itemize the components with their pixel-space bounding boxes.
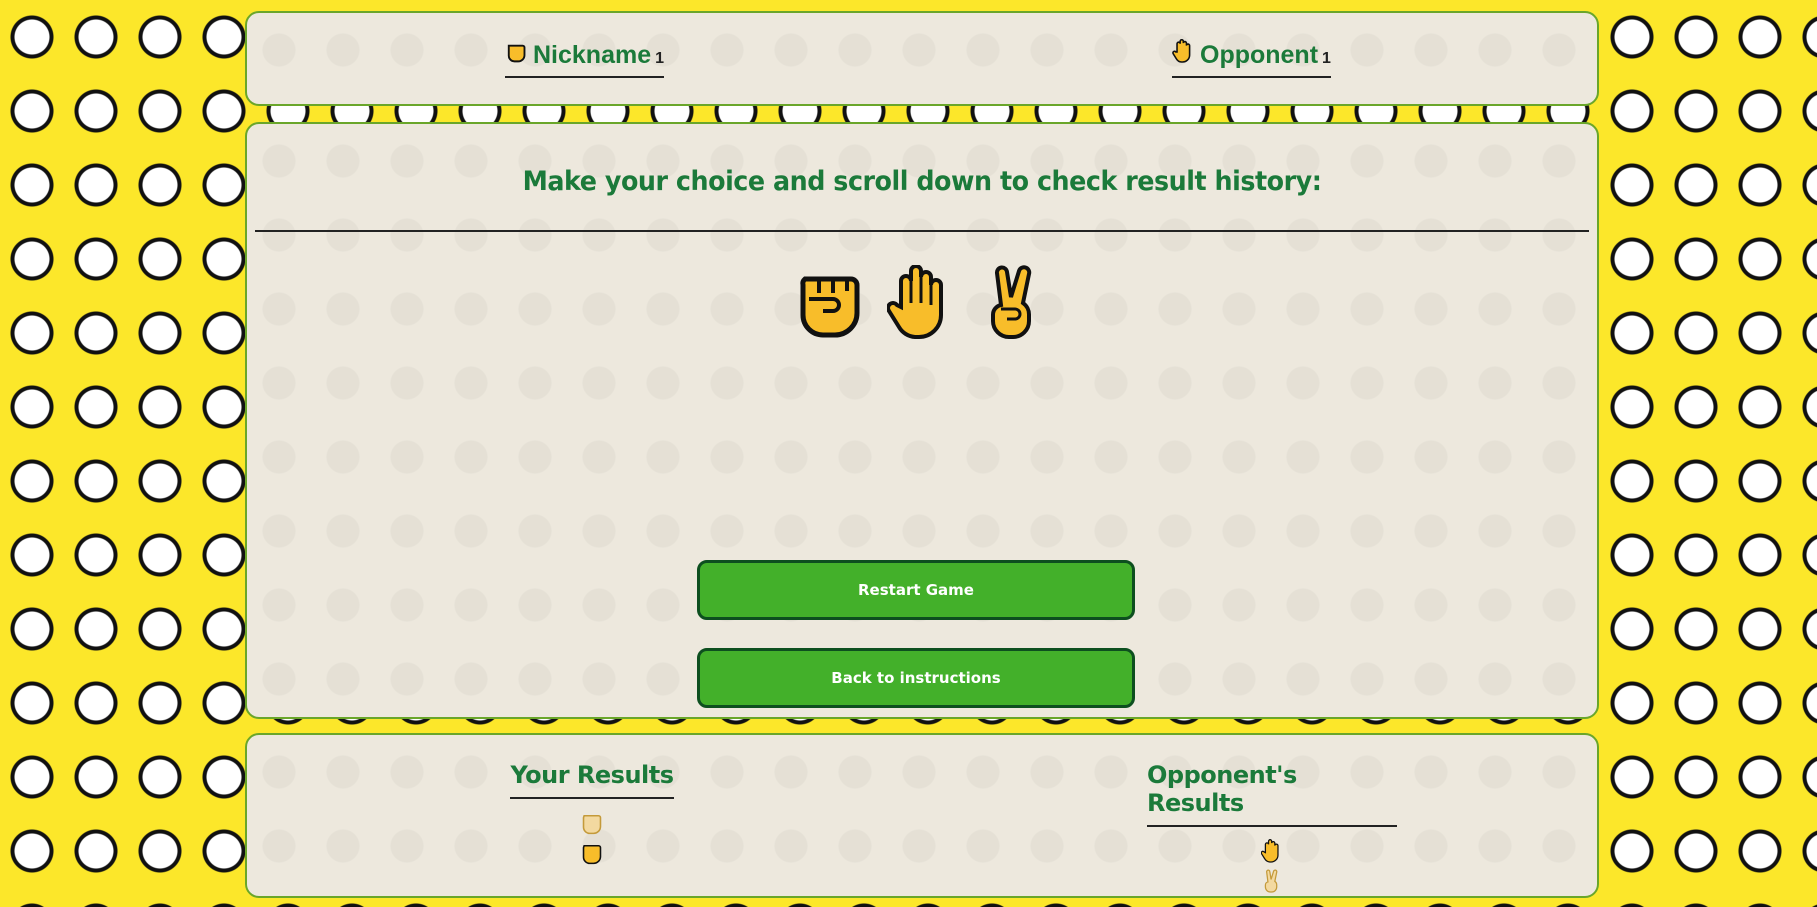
fist-icon — [505, 39, 527, 69]
rock-button[interactable] — [790, 262, 870, 342]
player-score: Nickname 1 — [505, 39, 665, 78]
opponent-score: Opponent 1 — [1172, 38, 1331, 78]
opponent-score-value: 1 — [1322, 50, 1331, 67]
choice-buttons — [247, 262, 1597, 342]
game-area: Make your choice and scroll down to chec… — [245, 122, 1599, 719]
raised-fist-icon — [800, 276, 860, 338]
player-score-value: 1 — [655, 50, 665, 67]
victory-hand-icon — [991, 265, 1032, 339]
fist-icon — [582, 844, 602, 865]
opponent-results-list — [1261, 839, 1283, 893]
raised-hand-icon — [1172, 38, 1194, 69]
raised-hand-icon — [887, 265, 943, 339]
divider — [255, 230, 1589, 232]
opponent-results-title: Opponent's Results — [1147, 761, 1397, 827]
raised-hand-icon — [1261, 839, 1279, 863]
back-to-instructions-button[interactable]: Back to instructions — [697, 648, 1135, 708]
your-results-list — [581, 811, 603, 865]
opponent-name: Opponent — [1200, 41, 1319, 69]
fist-icon — [582, 814, 602, 835]
your-results-column: Your Results — [507, 761, 677, 865]
player-name: Nickname — [533, 41, 652, 69]
opponent-results-column: Opponent's Results — [1147, 761, 1397, 893]
choice-prompt: Make your choice and scroll down to chec… — [522, 166, 1322, 197]
scissors-button[interactable] — [974, 262, 1054, 342]
result-history: Your Results Opponent's Results — [245, 733, 1599, 898]
restart-game-button[interactable]: Restart Game — [697, 560, 1135, 620]
your-results-title: Your Results — [510, 761, 674, 799]
victory-hand-icon — [1264, 869, 1278, 893]
paper-button[interactable] — [882, 262, 962, 342]
scoreboard: Nickname 1 Opponent 1 — [245, 11, 1599, 106]
